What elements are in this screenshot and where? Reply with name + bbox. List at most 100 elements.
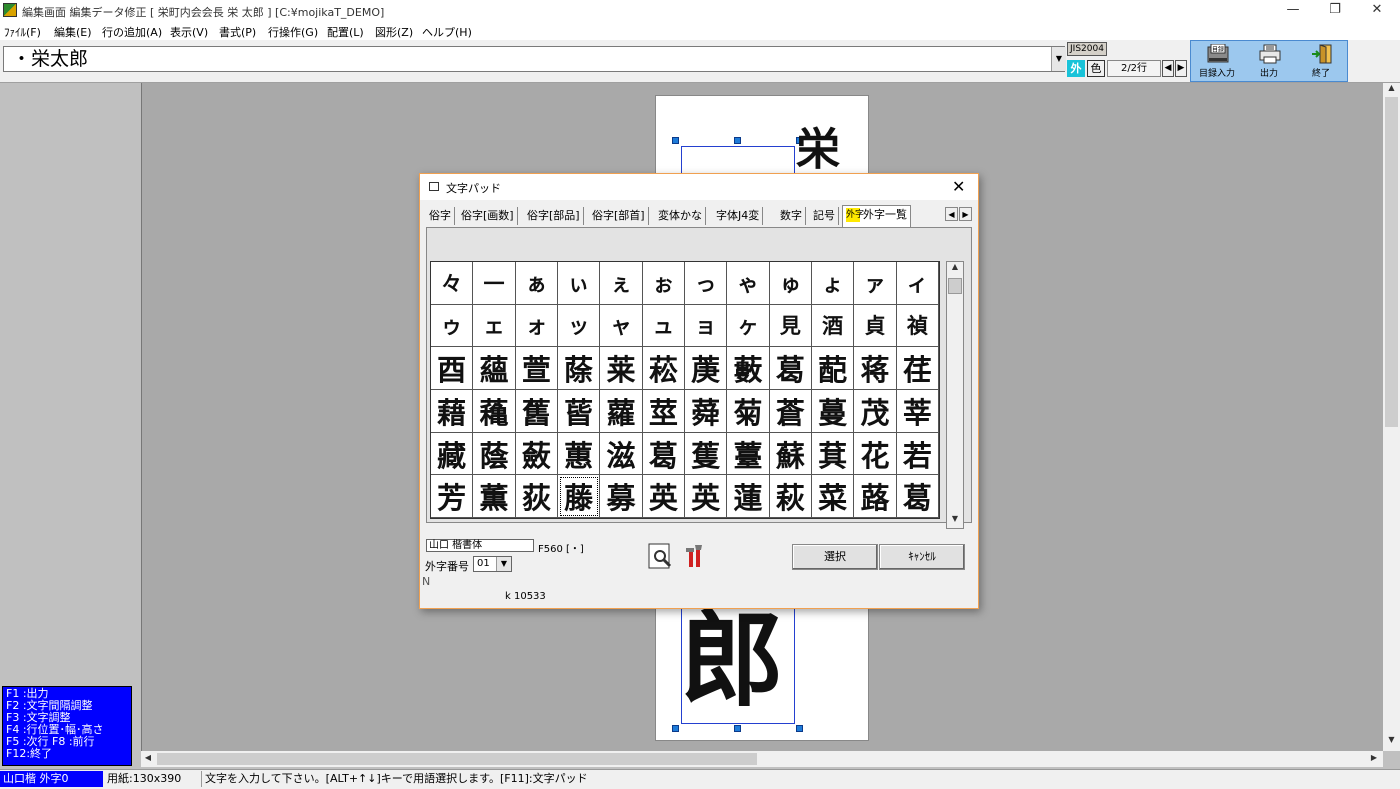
menu-edit[interactable]: 編集(E) [54,24,92,40]
char-cell[interactable]: 菘 [642,347,685,390]
grid-scroll-up-icon[interactable]: ▲ [947,262,963,276]
char-cell[interactable]: ェ [473,304,516,348]
char-cell[interactable]: 菊 [727,390,770,433]
tab-numbers[interactable]: 数字 [777,207,806,225]
char-cell[interactable]: 見 [769,304,812,348]
scroll-right-icon[interactable]: ▶ [1367,753,1381,765]
resize-handle[interactable] [672,725,679,732]
restore-button[interactable]: ❐ [1312,0,1358,22]
tab-jitai-j4[interactable]: 字体J4変 [713,207,764,225]
vertical-scrollbar[interactable]: ▲ ▼ [1383,83,1400,751]
menu-help[interactable]: ヘルプ(H) [422,24,472,40]
menu-format[interactable]: 書式(P) [219,24,256,40]
char-cell[interactable]: っ [684,262,728,305]
zoom-preview-button[interactable] [646,542,674,570]
char-cell[interactable]: 貞 [854,304,897,348]
char-cell[interactable]: ゃ [727,262,770,305]
char-cell[interactable]: 花 [854,432,897,476]
char-cell[interactable]: 酉 [431,347,474,390]
text-input[interactable]: ・栄太郎 [3,46,1065,72]
char-cell[interactable]: 蓮 [727,475,770,518]
char-cell[interactable]: 蒢 [557,347,601,390]
char-cell[interactable]: ぁ [515,262,558,305]
char-cell[interactable]: 蘊 [473,347,516,390]
char-cell[interactable]: 蕙 [557,432,601,476]
char-cell[interactable]: ォ [515,304,558,348]
char-cell[interactable]: ょ [811,262,855,305]
menu-add-line[interactable]: 行の追加(A) [102,24,162,40]
char-cell[interactable]: 々 [431,262,474,305]
horizontal-scrollbar[interactable]: ◀ ▶ [141,751,1383,767]
char-cell[interactable]: 蘞 [515,432,558,476]
char-cell[interactable]: 蒋 [854,347,897,390]
char-cell[interactable]: 萁 [811,432,855,476]
char-cell[interactable]: 英 [684,475,728,518]
scroll-left-icon[interactable]: ◀ [141,753,155,765]
tab-prev-icon[interactable]: ◀ [945,207,958,221]
char-cell[interactable]: 蔓 [811,390,855,433]
char-cell[interactable]: 蒼 [769,390,812,433]
menu-file[interactable]: ﾌｧｲﾙ(F) [4,24,41,40]
char-cell[interactable]: 蒦 [684,432,728,476]
menu-shapes[interactable]: 図形(Z) [375,24,413,40]
grid-scroll-thumb[interactable] [948,278,962,294]
char-cell[interactable]: 募 [600,475,643,518]
char-cell[interactable]: ァ [854,262,897,305]
catalog-input-button[interactable]: 目録 目録入力 [1191,41,1243,81]
jis-label[interactable]: JIS2004 [1067,42,1107,56]
char-cell[interactable]: 薫 [473,475,516,518]
tab-zokuji-radical[interactable]: 俗字[部首] [589,207,649,225]
tab-zokuji-parts[interactable]: 俗字[部品] [524,207,584,225]
char-cell[interactable]: ぃ [557,262,601,305]
gaiji-number-select[interactable]: 01 ▼ [473,556,512,572]
char-cell[interactable]: ゥ [431,304,474,348]
resize-handle[interactable] [734,725,741,732]
char-cell[interactable]: 荏 [896,347,939,390]
color-toggle[interactable]: 色 [1087,60,1105,77]
select-button[interactable]: 選択 [792,544,878,570]
char-cell[interactable]: ョ [684,304,728,348]
tab-zokuji[interactable]: 俗字 [426,207,455,225]
char-cell[interactable]: 滋 [600,432,643,476]
char-cell[interactable]: 萱 [515,347,558,390]
prev-line-button[interactable]: ◀ [1162,60,1174,77]
grid-scroll-down-icon[interactable]: ▼ [947,514,963,528]
tab-gaiji-list[interactable]: 外字外字一覧 [842,205,911,227]
char-cell[interactable]: 茂 [854,390,897,433]
gaiji-toggle[interactable]: 外 [1067,60,1085,77]
char-cell[interactable]: 藏 [431,432,474,476]
tab-zokuji-stroke[interactable]: 俗字[画数] [458,207,518,225]
exit-button[interactable]: 終了 [1295,41,1347,81]
scroll-down-icon[interactable]: ▼ [1383,735,1400,749]
char-cell[interactable]: 莱 [600,347,643,390]
char-cell[interactable]: 萩 [769,475,812,518]
char-cell[interactable]: 莘 [896,390,939,433]
char-cell[interactable]: 若 [896,432,939,476]
tab-symbols[interactable]: 記号 [810,207,839,225]
tools-button[interactable] [682,542,710,570]
resize-handle[interactable] [796,725,803,732]
resize-handle[interactable] [672,137,679,144]
char-cell[interactable]: 蘇 [769,432,812,476]
char-cell[interactable]: 葛 [642,432,685,476]
hscroll-thumb[interactable] [157,753,757,765]
char-cell[interactable]: 蒈 [557,390,601,433]
char-cell[interactable]: 菮 [684,347,728,390]
char-cell[interactable]: 藉 [431,390,474,433]
char-cell[interactable]: 禎 [896,304,939,348]
cancel-button[interactable]: ｷｬﾝｾﾙ [879,544,965,570]
scroll-thumb[interactable] [1385,97,1398,427]
menu-line-ops[interactable]: 行操作(G) [268,24,318,40]
char-cell[interactable]: 蕗 [854,475,897,518]
output-button[interactable]: 出力 [1243,41,1295,81]
tab-next-icon[interactable]: ▶ [959,207,972,221]
char-cell[interactable]: ヶ [727,304,770,348]
char-cell[interactable]: 芳 [431,475,474,518]
grid-scrollbar[interactable]: ▲ ▼ [946,261,964,529]
char-cell[interactable]: ゅ [769,262,812,305]
text-dropdown-button[interactable]: ▼ [1051,47,1066,71]
char-cell[interactable]: 薹 [727,432,770,476]
char-cell[interactable]: 菜 [811,475,855,518]
char-cell[interactable]: 蓜 [811,347,855,390]
tab-hentaigana[interactable]: 変体かな [655,207,706,225]
